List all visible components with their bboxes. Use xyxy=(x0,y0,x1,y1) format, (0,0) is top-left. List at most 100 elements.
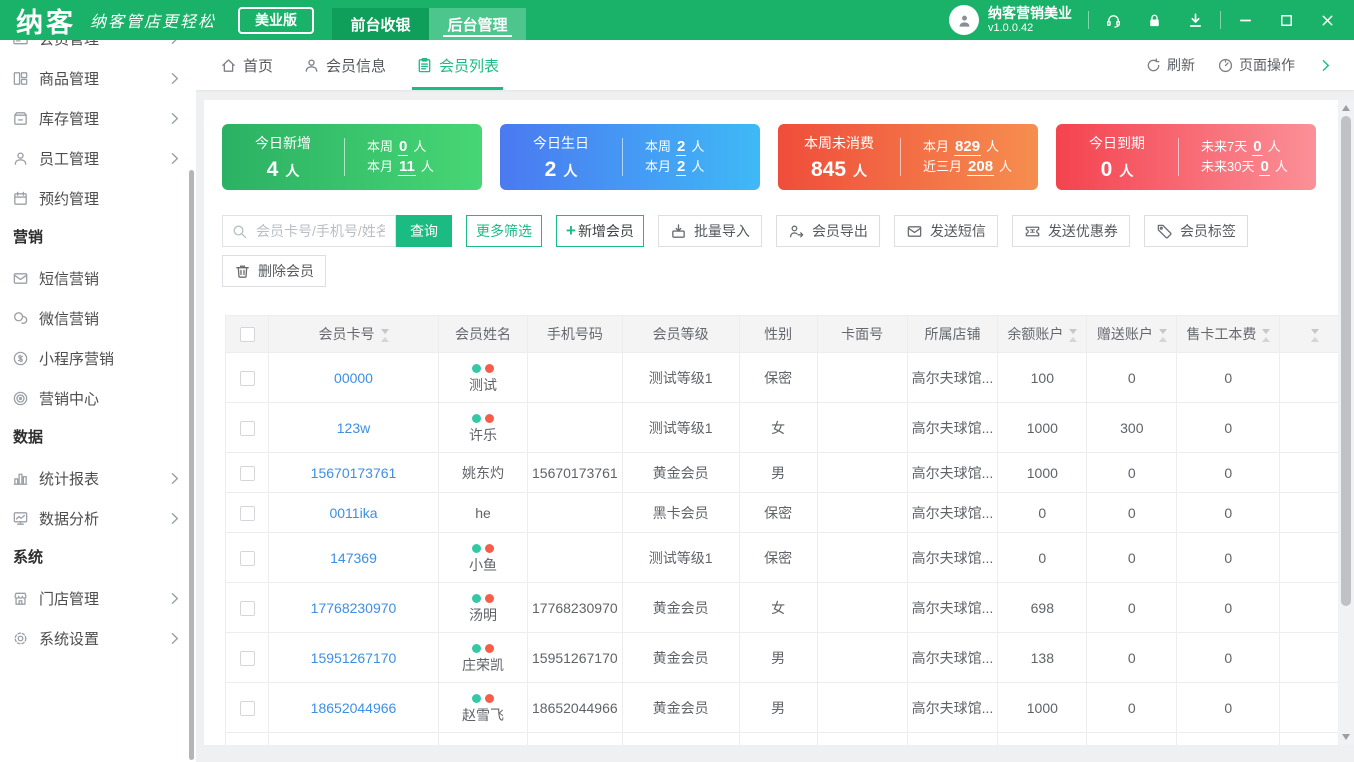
stat-sub: 本月 829 人近三月 208 人 xyxy=(901,136,1038,179)
sort-icon[interactable] xyxy=(1262,328,1271,342)
sidebar-scrollbar-thumb[interactable] xyxy=(189,170,194,760)
row-checkbox[interactable] xyxy=(239,505,255,521)
close-button[interactable] xyxy=(1319,12,1336,29)
download-icon[interactable] xyxy=(1187,12,1204,29)
chevron-right-icon[interactable] xyxy=(1317,57,1334,74)
cell-card[interactable]: 123w xyxy=(268,402,439,453)
column-header-card[interactable]: 会员卡号 xyxy=(268,315,439,353)
cell-balance: 1000 xyxy=(997,402,1088,453)
cell-card[interactable]: 18652044966 xyxy=(268,682,439,733)
cell-fee: 0 xyxy=(1176,632,1281,683)
divider xyxy=(1220,11,1221,29)
stat-sub-value: 208 xyxy=(967,157,995,176)
row-checkbox[interactable] xyxy=(239,370,255,386)
search-input[interactable] xyxy=(254,222,387,240)
refresh-icon xyxy=(1145,57,1162,74)
sidebar-item-store[interactable]: 门店管理 xyxy=(0,578,196,618)
import-button[interactable]: 批量导入 xyxy=(657,215,762,247)
add-member-button[interactable]: + 新增会员 xyxy=(556,215,644,247)
cell-card[interactable] xyxy=(268,732,439,745)
sidebar-item-report[interactable]: 统计报表 xyxy=(0,458,196,498)
sidebar-item-wechat[interactable]: 微信营销 xyxy=(0,298,196,338)
stat-sub-value: 11 xyxy=(398,157,416,176)
sidebar-item-settings[interactable]: 系统设置 xyxy=(0,618,196,658)
stat-main: 今日到期 0 人 xyxy=(1056,133,1178,182)
select-all-checkbox[interactable] xyxy=(239,327,255,343)
lock-icon[interactable] xyxy=(1146,12,1163,29)
more-filters-button[interactable]: 更多筛选 xyxy=(466,215,542,247)
row-checkbox[interactable] xyxy=(239,550,255,566)
sort-icon[interactable] xyxy=(1158,328,1167,342)
row-checkbox[interactable] xyxy=(239,600,255,616)
column-header-balance[interactable]: 余额账户 xyxy=(997,315,1088,353)
cell-card[interactable]: 00000 xyxy=(268,352,439,403)
tag-button[interactable]: 会员标签 xyxy=(1143,215,1248,247)
column-header-fee[interactable]: 售卡工本费 xyxy=(1176,315,1281,353)
maximize-button[interactable] xyxy=(1278,12,1295,29)
member-name: 姚东灼 xyxy=(462,464,504,481)
sidebar-item-goods[interactable]: 商品管理 xyxy=(0,58,196,98)
cell-cardface xyxy=(816,632,908,683)
row-checkbox[interactable] xyxy=(239,700,255,716)
row-checkbox[interactable] xyxy=(239,420,255,436)
sidebar-item-inventory[interactable]: 库存管理 xyxy=(0,98,196,138)
scroll-up-arrow[interactable] xyxy=(1342,105,1350,111)
sort-icon[interactable] xyxy=(380,328,389,342)
column-header-extra[interactable] xyxy=(1279,315,1346,353)
coupon-button[interactable]: 发送优惠券 xyxy=(1011,215,1130,247)
tab-member[interactable]: 会员信息 xyxy=(303,40,386,90)
column-header-cardface: 卡面号 xyxy=(816,315,908,353)
stat-sub: 未来7天 0 人未来30天 0 人 xyxy=(1179,136,1316,179)
stat-sub-label: 本月 xyxy=(367,159,394,174)
column-header-gift[interactable]: 赠送账户 xyxy=(1086,315,1178,353)
scrollbar-thumb[interactable] xyxy=(1341,116,1351,606)
page-operations-button[interactable]: 页面操作 xyxy=(1217,55,1295,75)
cell-card[interactable]: 15670173761 xyxy=(268,452,439,493)
tab-home[interactable]: 首页 xyxy=(220,40,273,90)
sidebar-item-target[interactable]: 营销中心 xyxy=(0,378,196,418)
export-button[interactable]: 会员导出 xyxy=(775,215,880,247)
stat-sub-value: 0 xyxy=(1259,157,1270,176)
row-checkbox[interactable] xyxy=(239,465,255,481)
tab-list[interactable]: 会员列表 xyxy=(412,40,504,90)
sidebar-item-staff[interactable]: 员工管理 xyxy=(0,138,196,178)
cell-gift: 0 xyxy=(1086,582,1178,633)
refresh-button[interactable]: 刷新 xyxy=(1145,55,1195,75)
sidebar-item-miniprogram[interactable]: 小程序营销 xyxy=(0,338,196,378)
cell-extra xyxy=(1279,452,1346,493)
tab-front-cashier[interactable]: 前台收银 xyxy=(332,8,430,40)
sidebar-item-sms[interactable]: 短信营销 xyxy=(0,258,196,298)
settings-icon xyxy=(12,630,29,647)
delete-member-button[interactable]: 删除会员 xyxy=(222,255,326,287)
app-tagline: 纳客管店更轻松 xyxy=(90,12,217,31)
tab-backend-admin[interactable]: 后台管理 xyxy=(429,8,527,40)
scroll-down-arrow[interactable] xyxy=(1342,734,1350,740)
cell-card[interactable]: 0011ika xyxy=(268,492,439,533)
sidebar-item-analysis[interactable]: 数据分析 xyxy=(0,498,196,538)
query-button[interactable]: 查询 xyxy=(396,215,452,247)
cell-card[interactable]: 147369 xyxy=(268,532,439,583)
tag-dot-teal xyxy=(472,693,481,703)
sort-icon[interactable] xyxy=(1069,328,1078,342)
row-checkbox[interactable] xyxy=(239,650,255,666)
member-name: 赵雪飞 xyxy=(462,706,504,723)
sidebar-item-calendar[interactable]: 预约管理 xyxy=(0,178,196,218)
sidebar-item-member-card[interactable]: 会员管理 xyxy=(0,40,196,58)
sort-icon[interactable] xyxy=(1311,328,1320,342)
row-select-cell xyxy=(225,732,269,745)
vertical-scrollbar[interactable] xyxy=(1338,100,1354,745)
cell-store: 高尔夫球馆... xyxy=(906,402,999,453)
edition-badge[interactable]: 美业版 xyxy=(238,6,315,34)
stat-value: 2 xyxy=(544,157,557,181)
cell-card[interactable]: 17768230970 xyxy=(268,582,439,633)
customer-service-icon[interactable] xyxy=(1105,12,1122,29)
cell-gift xyxy=(1086,732,1178,745)
column-label: 会员姓名 xyxy=(455,326,511,342)
send-sms-button[interactable]: 发送短信 xyxy=(893,215,998,247)
cell-card[interactable]: 15951267170 xyxy=(268,632,439,683)
stat-unit: 人 xyxy=(563,162,578,179)
window-controls xyxy=(1237,12,1336,29)
tag-dot-red xyxy=(485,693,494,703)
minimize-button[interactable] xyxy=(1237,12,1254,29)
stat-sub-unit: 人 xyxy=(986,139,1000,154)
